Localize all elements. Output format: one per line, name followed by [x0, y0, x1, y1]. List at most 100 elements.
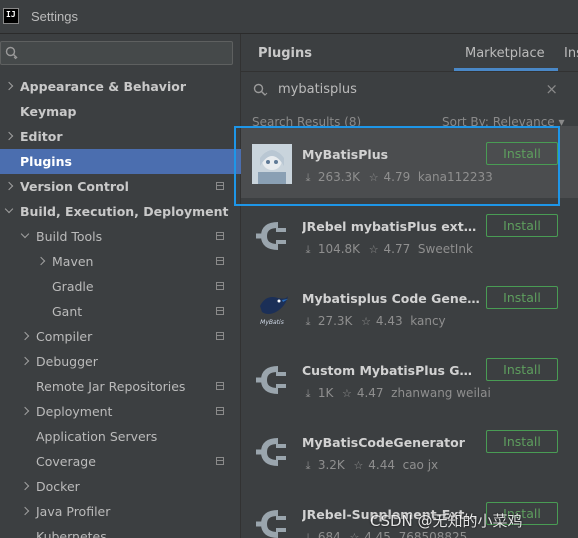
sidebar-item-label: Plugins: [20, 154, 72, 169]
install-button[interactable]: Install: [486, 358, 558, 381]
title-bar: Settings: [0, 0, 578, 34]
plugin-name[interactable]: Mybatisplus Code Generator: [302, 291, 480, 306]
plug-icon: [252, 432, 292, 472]
sidebar-item-label: Compiler: [36, 329, 93, 344]
star-icon: ☆: [361, 315, 371, 328]
highlight-frame: [234, 126, 560, 206]
sidebar-item-version-control[interactable]: Version Control: [0, 174, 241, 199]
plugin-name[interactable]: JRebel mybatisPlus extension: [302, 219, 480, 234]
star-icon: ☆: [368, 243, 379, 256]
plugins-panel: Plugins Marketplace Ins mybatisplus × Se…: [241, 34, 578, 538]
sidebar-item-coverage[interactable]: Coverage: [0, 449, 241, 474]
project-scope-icon: [216, 407, 224, 415]
sidebar-item-label: Build, Execution, Deployment: [20, 204, 229, 219]
plugin-name[interactable]: Custom MybatisPlus Generator: [302, 363, 480, 378]
marketplace-search-input[interactable]: mybatisplus: [278, 82, 357, 97]
sidebar-item-label: Kubernetes: [36, 529, 107, 538]
intellij-logo-icon: [3, 8, 19, 24]
chevron-right-icon[interactable]: [20, 324, 32, 349]
plugin-vendor: 768508825: [398, 530, 468, 538]
sidebar-item-compiler[interactable]: Compiler: [0, 324, 241, 349]
sidebar-item-gradle[interactable]: Gradle: [0, 274, 241, 299]
chevron-right-icon[interactable]: [20, 499, 32, 524]
plugin-vendor: kancy: [410, 314, 446, 328]
settings-search-input[interactable]: [25, 44, 225, 62]
sidebar-item-gant[interactable]: Gant: [0, 299, 241, 324]
plugin-row[interactable]: MyBatis Mybatisplus Code Generator ⤓ 27.3K…: [241, 270, 578, 342]
plugin-vendor: zhanwang weilai: [391, 386, 491, 400]
sidebar-item-application-servers[interactable]: Application Servers: [0, 424, 241, 449]
settings-sidebar: Appearance & Behavior Keymap Editor Plugins…: [0, 34, 241, 538]
plugin-row[interactable]: JRebel mybatisPlus extension ⤓ 104.8K ☆ 4…: [241, 198, 578, 270]
sidebar-item-editor[interactable]: Editor: [0, 124, 241, 149]
marketplace-search-box[interactable]: mybatisplus ×: [241, 73, 578, 107]
chevron-right-icon[interactable]: [20, 349, 32, 374]
chevron-right-icon[interactable]: [4, 174, 16, 199]
project-scope-icon: [216, 332, 224, 340]
sidebar-item-maven[interactable]: Maven: [0, 249, 241, 274]
sidebar-item-label: Keymap: [20, 104, 77, 119]
plugin-downloads: 3.2K: [317, 458, 345, 472]
sidebar-item-debugger[interactable]: Debugger: [0, 349, 241, 374]
chevron-down-icon[interactable]: [20, 224, 32, 249]
settings-search-box[interactable]: [0, 41, 233, 65]
sidebar-item-deployment[interactable]: Deployment: [0, 399, 241, 424]
plugin-meta: ⤓ 104.8K ☆ 4.77 SweetInk: [302, 242, 473, 257]
sidebar-item-label: Build Tools: [36, 229, 103, 244]
plugin-vendor: cao jx: [402, 458, 439, 472]
sidebar-item-label: Maven: [52, 254, 94, 269]
sidebar-item-label: Appearance & Behavior: [20, 79, 186, 94]
plug-icon: [252, 504, 292, 538]
sidebar-item-build-execution-deployment[interactable]: Build, Execution, Deployment: [0, 199, 241, 224]
sidebar-item-build-tools[interactable]: Build Tools: [0, 224, 241, 249]
chevron-right-icon[interactable]: [20, 399, 32, 424]
star-icon: ☆: [349, 531, 360, 538]
plugin-downloads: 1K: [317, 386, 334, 400]
chevron-right-icon[interactable]: [20, 474, 32, 499]
project-scope-icon: [216, 182, 224, 190]
plugins-header: Plugins Marketplace Ins: [241, 34, 578, 72]
plugin-downloads: 684: [317, 530, 341, 538]
install-button[interactable]: Install: [486, 214, 558, 237]
project-scope-icon: [216, 257, 224, 265]
star-icon: ☆: [342, 387, 352, 400]
watermark: CSDN @无知的小菜鸡: [370, 512, 523, 530]
plugin-row[interactable]: MyBatisCodeGenerator ⤓ 3.2K ☆ 4.44 cao jx…: [241, 414, 578, 486]
sidebar-item-docker[interactable]: Docker: [0, 474, 241, 499]
chevron-right-icon[interactable]: [4, 74, 16, 99]
plugin-row[interactable]: Custom MybatisPlus Generator ⤓ 1K ☆ 4.47 …: [241, 342, 578, 414]
sidebar-item-label: Coverage: [36, 454, 96, 469]
install-button[interactable]: Install: [486, 286, 558, 309]
chevron-right-icon[interactable]: [4, 124, 16, 149]
sidebar-item-keymap[interactable]: Keymap: [0, 99, 241, 124]
sidebar-item-label: Java Profiler: [36, 504, 111, 519]
download-icon: ⤓: [305, 315, 311, 328]
svg-text:MyBatis: MyBatis: [260, 319, 284, 326]
chevron-down-icon[interactable]: [4, 199, 16, 224]
project-scope-icon: [216, 282, 224, 290]
download-icon: ⤓: [305, 387, 311, 400]
sidebar-item-appearance-behavior[interactable]: Appearance & Behavior: [0, 74, 241, 99]
plugin-downloads: 104.8K: [317, 242, 361, 256]
sidebar-item-java-profiler[interactable]: Java Profiler: [0, 499, 241, 524]
install-button[interactable]: Install: [486, 430, 558, 453]
sidebar-item-label: Remote Jar Repositories: [36, 379, 186, 394]
settings-tree: Appearance & Behavior Keymap Editor Plugins…: [0, 74, 241, 538]
sidebar-item-plugins[interactable]: Plugins: [0, 149, 241, 174]
plugin-rating: 4.44: [368, 458, 395, 472]
plugin-name[interactable]: MyBatisCodeGenerator: [302, 435, 480, 450]
sidebar-item-kubernetes[interactable]: Kubernetes: [0, 524, 241, 538]
sidebar-item-label: Application Servers: [36, 429, 158, 444]
tab-installed[interactable]: Ins: [564, 46, 578, 61]
search-icon: [5, 46, 18, 60]
sidebar-item-label: Editor: [20, 129, 63, 144]
tab-marketplace[interactable]: Marketplace: [465, 46, 545, 61]
sidebar-item-label: Gant: [52, 304, 83, 319]
clear-search-icon[interactable]: ×: [545, 80, 558, 98]
plugin-rating: 4.45: [364, 530, 391, 538]
sidebar-item-remote-jar-repositories[interactable]: Remote Jar Repositories: [0, 374, 241, 399]
search-icon: [253, 83, 268, 96]
sidebar-item-label: Debugger: [36, 354, 98, 369]
chevron-right-icon[interactable]: [36, 249, 48, 274]
plugin-meta: ⤓ 1K ☆ 4.47 zhanwang weilai: [302, 386, 491, 401]
